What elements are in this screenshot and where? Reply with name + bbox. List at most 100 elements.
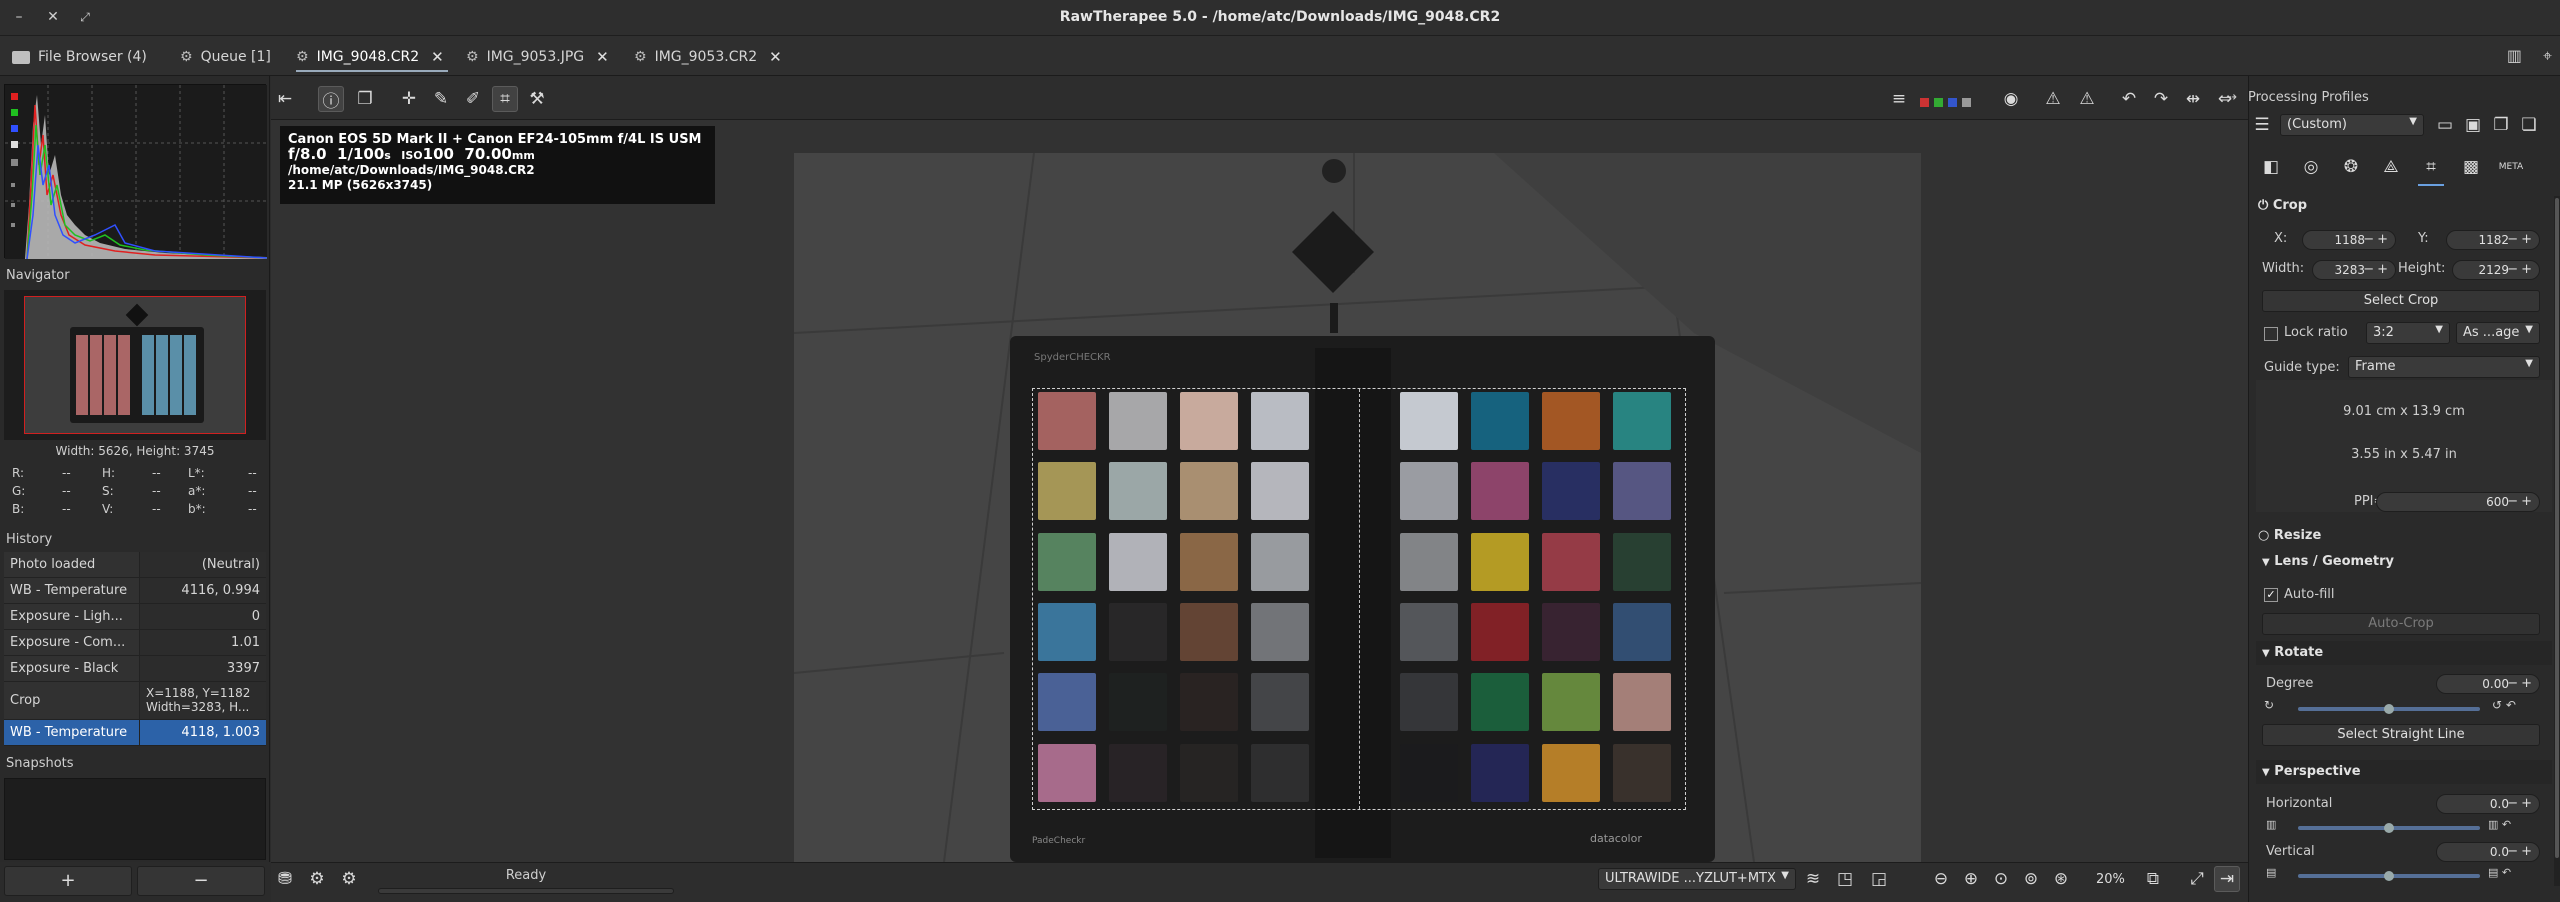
degree-slider[interactable] [2298, 704, 2480, 714]
raw-tab-icon[interactable]: ▩ [2458, 154, 2484, 180]
hand-icon[interactable]: ✛ [396, 86, 422, 112]
crop-frame[interactable] [1032, 388, 1686, 810]
advanced-tab-icon[interactable]: ⟁ [2378, 154, 2404, 180]
output-profile-select[interactable]: ULTRAWIDE ...YZLUT+MTX ▼ [1598, 868, 1796, 890]
copy-profile-icon[interactable]: ❐ [2488, 112, 2514, 138]
select-straight-line-button[interactable]: Select Straight Line [2262, 724, 2540, 746]
tab-queue[interactable]: ⚙ Queue [1] [180, 44, 271, 70]
profile-list-icon[interactable]: ☰ [2252, 112, 2272, 138]
preview-modes-icon[interactable]: ≡ [1886, 86, 1912, 112]
navigator-preview[interactable] [4, 290, 266, 440]
color-tab-icon[interactable]: ❂ [2338, 154, 2364, 180]
history-row[interactable]: WB - Temperature 4116, 0.994 [4, 578, 266, 604]
history-row[interactable]: Exposure - Black 3397 [4, 656, 266, 682]
close-tab-icon[interactable]: ✕ [596, 48, 609, 66]
soft-proof-icon[interactable]: ◳ [1832, 866, 1858, 892]
orientation-select[interactable]: As ...age ▼ [2456, 322, 2540, 344]
history-row-selected[interactable]: WB - Temperature 4118, 1.003 [4, 720, 266, 746]
zoom-out-icon[interactable]: ⊖ [1928, 866, 1954, 892]
save-profile-icon[interactable]: ⚙ [304, 866, 330, 892]
open-profile-icon[interactable]: ▭ [2432, 112, 2458, 138]
scrollbar-thumb[interactable] [2555, 198, 2559, 858]
transform-tab-icon[interactable]: ⌗ [2418, 154, 2444, 180]
exposure-tab-icon[interactable]: ◧ [2258, 154, 2284, 180]
luminance-channel-icon[interactable] [1962, 98, 1971, 107]
slider-knob[interactable] [2384, 823, 2394, 833]
out-of-gamut-icon[interactable]: ◲ [1866, 866, 1892, 892]
reset-icon[interactable]: ↺ ↶ [2492, 698, 2516, 712]
degree-spinner[interactable]: 0.00 −+ [2436, 674, 2540, 694]
guide-type-select[interactable]: Frame ▼ [2348, 356, 2540, 378]
info-icon[interactable]: ⓘ [318, 86, 344, 112]
profile-apply-icon[interactable]: ⇢ [2226, 90, 2237, 105]
crop-height-spinner[interactable]: 2129 −+ [2452, 260, 2540, 280]
crop-x-spinner[interactable]: 1188 −+ [2302, 230, 2396, 250]
collapse-left-icon[interactable]: ⇤ [272, 86, 298, 112]
rotate-reset-icon[interactable]: ↻ [2264, 698, 2274, 712]
rotate-left-icon[interactable]: ↶ [2116, 86, 2142, 112]
photo-preview[interactable]: SpyderCHECKR PadeCheckr datacolor [794, 153, 1921, 862]
panel-toggle-icon[interactable]: ▥ [2507, 46, 2522, 65]
snapshots-list[interactable] [4, 778, 266, 860]
radio-off-icon[interactable]: ○ [2258, 528, 2269, 543]
blue-channel-icon[interactable] [1948, 98, 1957, 107]
zoom-in-icon[interactable]: ⊕ [1958, 866, 1984, 892]
zoom-fit-icon[interactable]: ⊙ [1988, 866, 2014, 892]
tab-img-9053-jpg[interactable]: ⚙ IMG_9053.JPG ✕ [466, 44, 609, 70]
navigator-viewport[interactable] [24, 296, 246, 434]
vertical-spinner[interactable]: 0.0 −+ [2436, 842, 2540, 862]
history-row[interactable]: Exposure - Ligh... 0 [4, 604, 266, 630]
profile-select[interactable]: (Custom) ▼ [2280, 114, 2424, 136]
tab-file-browser[interactable]: File Browser (4) [12, 44, 147, 70]
crop-y-spinner[interactable]: 1182 −+ [2446, 230, 2540, 250]
auto-crop-button[interactable]: Auto-Crop [2262, 613, 2540, 635]
wb-picker-icon[interactable]: ✎ [428, 86, 454, 112]
paste-profile-icon[interactable]: ❏ [2516, 112, 2542, 138]
locate-icon[interactable]: ⌖ [2543, 46, 2552, 66]
horizontal-spinner[interactable]: 0.0 −+ [2436, 794, 2540, 814]
remove-snapshot-button[interactable]: − [137, 866, 265, 896]
send-to-queue-icon[interactable]: ⛃ [272, 866, 298, 892]
focus-mask-icon[interactable]: ◉ [1998, 86, 2024, 112]
rotate-section[interactable]: ▼ Rotate [2256, 641, 2552, 665]
straighten-icon[interactable]: ⚒ [524, 86, 550, 112]
tab-img-9053-cr2[interactable]: ⚙ IMG_9053.CR2 ✕ [634, 44, 782, 70]
color-picker-icon[interactable]: ✐ [460, 86, 486, 112]
history-row[interactable]: Exposure - Com... 1.01 [4, 630, 266, 656]
before-after-icon[interactable]: ❐ [352, 86, 378, 112]
crop-section[interactable]: ⏻ Crop [2258, 198, 2307, 213]
resize-section[interactable]: ○ Resize [2258, 528, 2321, 543]
collapse-right-icon[interactable]: ⇥ [2214, 866, 2240, 892]
history-row[interactable]: Crop X=1188, Y=1182 Width=3283, H... [4, 682, 266, 720]
ratio-select[interactable]: 3:2 ▼ [2366, 322, 2450, 344]
metadata-tab-icon[interactable]: META [2498, 154, 2524, 180]
new-detail-window-icon[interactable]: ⧉ [2140, 866, 2166, 892]
zoom-crop-icon[interactable]: ⊛ [2048, 866, 2074, 892]
slider-knob[interactable] [2384, 871, 2394, 881]
select-crop-button[interactable]: Select Crop [2262, 290, 2540, 312]
right-panel-scrollbar[interactable] [2554, 196, 2560, 886]
red-channel-icon[interactable] [1920, 98, 1929, 107]
ppi-spinner[interactable]: 600 −+ [2376, 492, 2540, 512]
crop-icon[interactable]: ⌗ [492, 86, 518, 112]
external-editor-icon[interactable]: ⚙ [336, 866, 362, 892]
perspective-section[interactable]: ▼ Perspective [2256, 760, 2552, 784]
close-tab-icon[interactable]: ✕ [769, 48, 782, 66]
green-channel-icon[interactable] [1934, 98, 1943, 107]
clip-shadow-warning-icon[interactable]: ⚠ [2040, 86, 2066, 112]
tab-img-9048-cr2[interactable]: ⚙ IMG_9048.CR2 ✕ [296, 44, 444, 70]
auto-fill-checkbox[interactable]: ✓ [2264, 588, 2278, 602]
add-snapshot-button[interactable]: + [4, 866, 132, 896]
zoom-100-icon[interactable]: ⊚ [2018, 866, 2044, 892]
crop-width-spinner[interactable]: 3283 −+ [2312, 260, 2396, 280]
fullscreen-icon[interactable]: ⤢ [2184, 866, 2210, 892]
vertical-slider[interactable] [2298, 871, 2480, 881]
save-profile-icon[interactable]: ▣ [2460, 112, 2486, 138]
history-row[interactable]: Photo loaded (Neutral) [4, 552, 266, 578]
clip-highlight-warning-icon[interactable]: ⚠ [2074, 86, 2100, 112]
slider-knob[interactable] [2384, 704, 2394, 714]
gamut-icon[interactable]: ≋ [1800, 866, 1826, 892]
detail-tab-icon[interactable]: ◎ [2298, 154, 2324, 180]
lens-geometry-section[interactable]: ▼ Lens / Geometry [2262, 554, 2394, 569]
lock-ratio-checkbox[interactable] [2264, 327, 2278, 341]
